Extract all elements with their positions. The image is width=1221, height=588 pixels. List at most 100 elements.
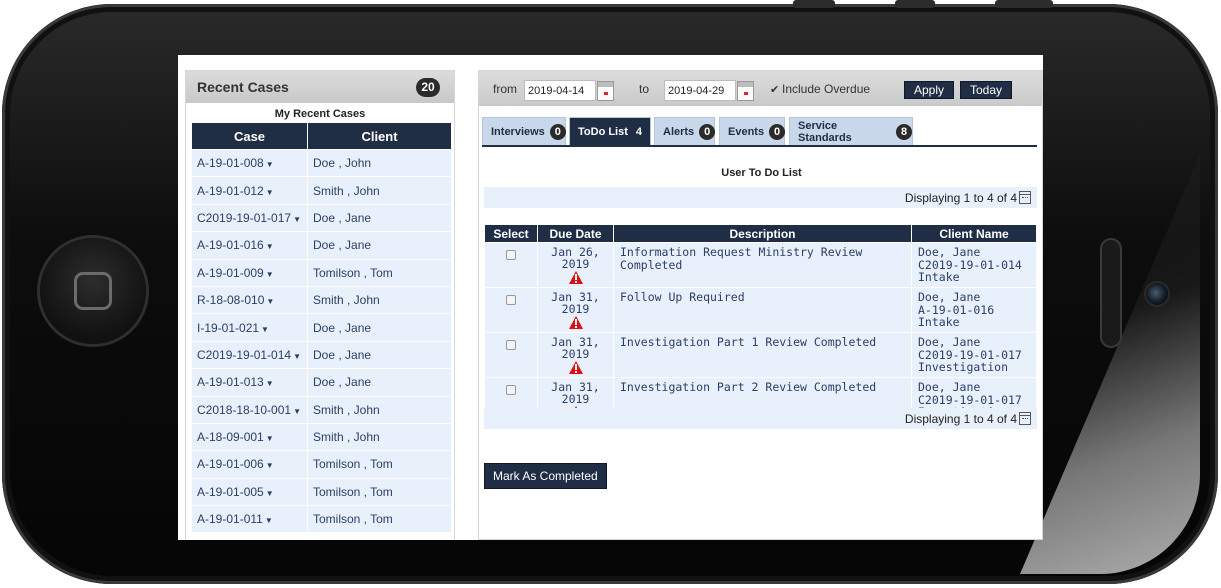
table-row[interactable]: A-19-01-011 ▼ Tomilson , Tom: [192, 506, 451, 533]
caret-down-icon[interactable]: ▼: [266, 188, 274, 197]
case-number[interactable]: A-19-01-013: [197, 375, 264, 389]
todo-panel: from to ✔ Include Overdue Apply Today In…: [478, 70, 1043, 540]
displaying-text: Displaying 1 to 4 of 4: [904, 190, 1017, 205]
table-row[interactable]: A-18-09-001 ▼ Smith , John: [192, 423, 451, 451]
column-header-select[interactable]: Select: [485, 225, 537, 242]
case-link[interactable]: C2018-18-10-001 ▼: [192, 396, 307, 423]
warning-icon: [568, 316, 583, 329]
caret-down-icon[interactable]: ▼: [265, 516, 273, 525]
caret-down-icon[interactable]: ▼: [293, 215, 301, 224]
select-cell: [485, 243, 537, 287]
caret-down-icon[interactable]: ▼: [266, 489, 274, 498]
client-cell: Smith , John: [308, 423, 451, 451]
column-header-case[interactable]: Case: [192, 123, 307, 149]
row-select-checkbox[interactable]: [506, 250, 516, 260]
caret-down-icon[interactable]: ▼: [266, 297, 274, 306]
column-header-client-name[interactable]: Client Name: [912, 225, 1036, 242]
case-number[interactable]: C2019-19-01-014: [197, 348, 291, 362]
table-row[interactable]: A-19-01-013 ▼ Doe , Jane: [192, 369, 451, 396]
case-link[interactable]: A-19-01-006 ▼: [192, 451, 307, 478]
client-case-type: Intake: [918, 315, 960, 329]
caret-down-icon[interactable]: ▼: [266, 379, 274, 388]
column-header-client[interactable]: Client: [308, 123, 451, 149]
tab-todo-list[interactable]: ToDo List 4: [569, 117, 651, 145]
case-number[interactable]: A-19-01-012: [197, 184, 264, 198]
row-select-checkbox[interactable]: [506, 340, 516, 350]
client-cell: Doe , Jane: [308, 204, 451, 232]
tab-label: Interviews: [491, 125, 545, 138]
case-number[interactable]: A-19-01-009: [197, 266, 264, 280]
case-link[interactable]: A-19-01-009 ▼: [192, 259, 307, 286]
table-row[interactable]: C2019-19-01-017 ▼ Doe , Jane: [192, 204, 451, 232]
pagination-info-bottom: Displaying 1 to 4 of 4: [484, 408, 1037, 429]
case-link[interactable]: A-19-01-005 ▼: [192, 478, 307, 506]
case-number[interactable]: A-19-01-008: [197, 156, 264, 170]
home-button[interactable]: [40, 238, 146, 344]
to-date-input[interactable]: [664, 80, 736, 101]
row-select-checkbox[interactable]: [506, 385, 516, 395]
apply-button[interactable]: Apply: [904, 81, 954, 99]
from-calendar-icon[interactable]: [597, 81, 614, 101]
today-button[interactable]: Today: [960, 81, 1012, 99]
case-link[interactable]: A-19-01-013 ▼: [192, 369, 307, 396]
case-number[interactable]: C2018-18-10-001: [197, 403, 291, 417]
case-number[interactable]: A-19-01-016: [197, 238, 264, 252]
case-number[interactable]: I-19-01-021: [197, 321, 259, 335]
table-row[interactable]: C2018-18-10-001 ▼ Smith , John: [192, 396, 451, 423]
caret-down-icon[interactable]: ▼: [261, 325, 269, 334]
caret-down-icon[interactable]: ▼: [266, 242, 274, 251]
description-cell: Information Request Ministry Review Comp…: [614, 243, 911, 287]
table-row[interactable]: A-19-01-009 ▼ Tomilson , Tom: [192, 259, 451, 286]
caret-down-icon[interactable]: ▼: [266, 160, 274, 169]
export-calendar-icon[interactable]: [1019, 412, 1031, 425]
case-number[interactable]: A-19-01-006: [197, 457, 264, 471]
case-number[interactable]: A-19-01-005: [197, 485, 264, 499]
to-calendar-icon[interactable]: [737, 81, 754, 101]
column-header-description[interactable]: Description: [614, 225, 911, 242]
table-row[interactable]: A-19-01-008 ▼ Doe , John: [192, 150, 451, 177]
caret-down-icon[interactable]: ▼: [266, 461, 274, 470]
table-row: Jan 31, 2019 Follow Up Required Doe, Jane A-…: [485, 288, 1036, 332]
caret-down-icon[interactable]: ▼: [293, 352, 301, 361]
table-row[interactable]: A-19-01-016 ▼ Doe , Jane: [192, 232, 451, 259]
caret-down-icon[interactable]: ▼: [266, 434, 274, 443]
row-select-checkbox[interactable]: [506, 295, 516, 305]
tab-count-badge: 0: [699, 123, 716, 140]
table-row[interactable]: I-19-01-021 ▼ Doe , Jane: [192, 314, 451, 341]
tab-interviews[interactable]: Interviews 0: [482, 117, 566, 145]
table-row[interactable]: A-19-01-006 ▼ Tomilson , Tom: [192, 451, 451, 478]
case-number[interactable]: A-18-09-001: [197, 430, 264, 444]
tab-service-standards[interactable]: Service Standards 8: [789, 117, 913, 145]
table-row[interactable]: A-19-01-005 ▼ Tomilson , Tom: [192, 478, 451, 506]
column-header-due-date[interactable]: Due Date: [538, 225, 613, 242]
case-link[interactable]: R-18-08-010 ▼: [192, 286, 307, 314]
from-date-input[interactable]: [524, 80, 596, 101]
todo-table: Select Due Date Description Client Name …: [484, 224, 1037, 423]
caret-down-icon[interactable]: ▼: [293, 407, 301, 416]
select-cell: [485, 288, 537, 332]
case-link[interactable]: A-19-01-012 ▼: [192, 177, 307, 204]
export-calendar-icon[interactable]: [1019, 191, 1031, 204]
table-row[interactable]: R-18-08-010 ▼ Smith , John: [192, 286, 451, 314]
client-name: Doe, Jane: [918, 245, 981, 259]
mark-as-completed-button[interactable]: Mark As Completed: [484, 463, 607, 489]
case-number[interactable]: A-19-01-011: [197, 512, 263, 526]
table-row[interactable]: C2019-19-01-014 ▼ Doe , Jane: [192, 341, 451, 369]
case-link[interactable]: I-19-01-021 ▼: [192, 314, 307, 341]
table-row[interactable]: A-19-01-012 ▼ Smith , John: [192, 177, 451, 204]
caret-down-icon[interactable]: ▼: [266, 270, 274, 279]
include-overdue-checkbox[interactable]: ✔: [770, 83, 779, 96]
tab-alerts[interactable]: Alerts 0: [654, 117, 716, 145]
case-link[interactable]: C2019-19-01-017 ▼: [192, 204, 307, 232]
due-date-cell: Jan 26, 2019: [538, 243, 613, 287]
case-link[interactable]: A-18-09-001 ▼: [192, 423, 307, 451]
case-number[interactable]: R-18-08-010: [197, 293, 264, 307]
case-link[interactable]: A-19-01-011 ▼: [192, 506, 307, 533]
case-link[interactable]: C2019-19-01-014 ▼: [192, 341, 307, 369]
case-number[interactable]: C2019-19-01-017: [197, 211, 291, 225]
client-name-cell: Doe, Jane C2019-19-01-014 Intake: [912, 243, 1036, 287]
tab-events[interactable]: Events 0: [719, 117, 786, 145]
case-link[interactable]: A-19-01-016 ▼: [192, 232, 307, 259]
case-link[interactable]: A-19-01-008 ▼: [192, 150, 307, 177]
to-label: to: [639, 82, 650, 96]
